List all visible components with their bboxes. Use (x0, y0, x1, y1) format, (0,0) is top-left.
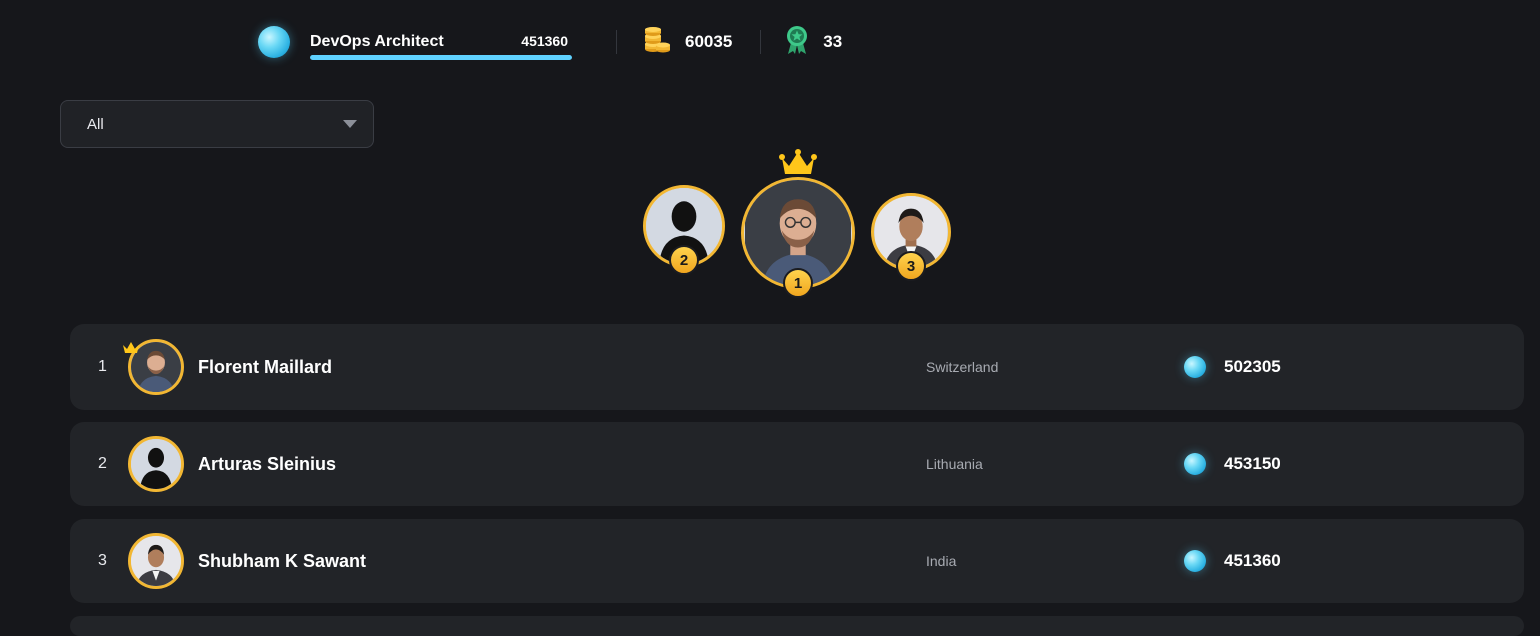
player-country: Switzerland (926, 359, 999, 375)
level-progress-fill (310, 54, 572, 60)
podium-rank-badge: 3 (896, 251, 926, 281)
profile-photo-avatar (131, 536, 181, 586)
crown-icon (123, 342, 139, 353)
level-progress: DevOps Architect 451360 (310, 33, 572, 60)
level-name: DevOps Architect (310, 32, 444, 50)
gem-icon (258, 26, 290, 58)
coins-value: 60035 (685, 32, 733, 51)
player-score: 451360 (1224, 551, 1281, 570)
player-score: 502305 (1224, 357, 1281, 376)
filter-selected-value: All (87, 115, 104, 133)
level-xp: 451360 (521, 32, 568, 49)
podium-rank-badge: 1 (783, 268, 813, 298)
filter-dropdown[interactable]: All (60, 100, 374, 148)
user-status-bar: DevOps Architect 451360 60035 33 (256, 18, 842, 66)
divider (760, 30, 762, 54)
row-rank: 3 (98, 552, 107, 569)
leaderboard-row[interactable] (70, 616, 1524, 636)
row-rank: 1 (98, 358, 107, 375)
row-rank: 2 (98, 455, 107, 472)
crown-icon (779, 149, 817, 174)
award-ribbon-icon (785, 25, 809, 60)
badges-stat: 33 (785, 25, 842, 60)
leaderboard-row[interactable]: 2 Arturas Sleinius Lithuania 453150 (70, 422, 1524, 506)
player-country: Lithuania (926, 456, 983, 472)
avatar[interactable] (128, 533, 184, 589)
silhouette-avatar (131, 439, 181, 489)
coins-stat: 60035 (643, 26, 733, 58)
player-country: India (926, 553, 957, 569)
chevron-down-icon (343, 120, 357, 128)
player-name[interactable]: Florent Maillard (198, 357, 332, 378)
coin-stack-icon (643, 26, 671, 58)
divider (616, 30, 617, 54)
badges-value: 33 (823, 32, 843, 51)
avatar[interactable] (128, 436, 184, 492)
leaderboard-row[interactable]: 1 Florent Maillard Switzerland 502305 (70, 324, 1524, 410)
podium-rank-badge: 2 (669, 245, 699, 275)
player-name[interactable]: Arturas Sleinius (198, 454, 336, 475)
gem-icon (1184, 356, 1206, 378)
player-name[interactable]: Shubham K Sawant (198, 551, 366, 572)
gem-icon (1184, 453, 1206, 475)
gem-icon (1184, 550, 1206, 572)
player-score: 453150 (1224, 454, 1281, 473)
leaderboard-row[interactable]: 3 Shubham K Sawant India 451360 (70, 519, 1524, 603)
level-progress-bar (310, 54, 572, 60)
